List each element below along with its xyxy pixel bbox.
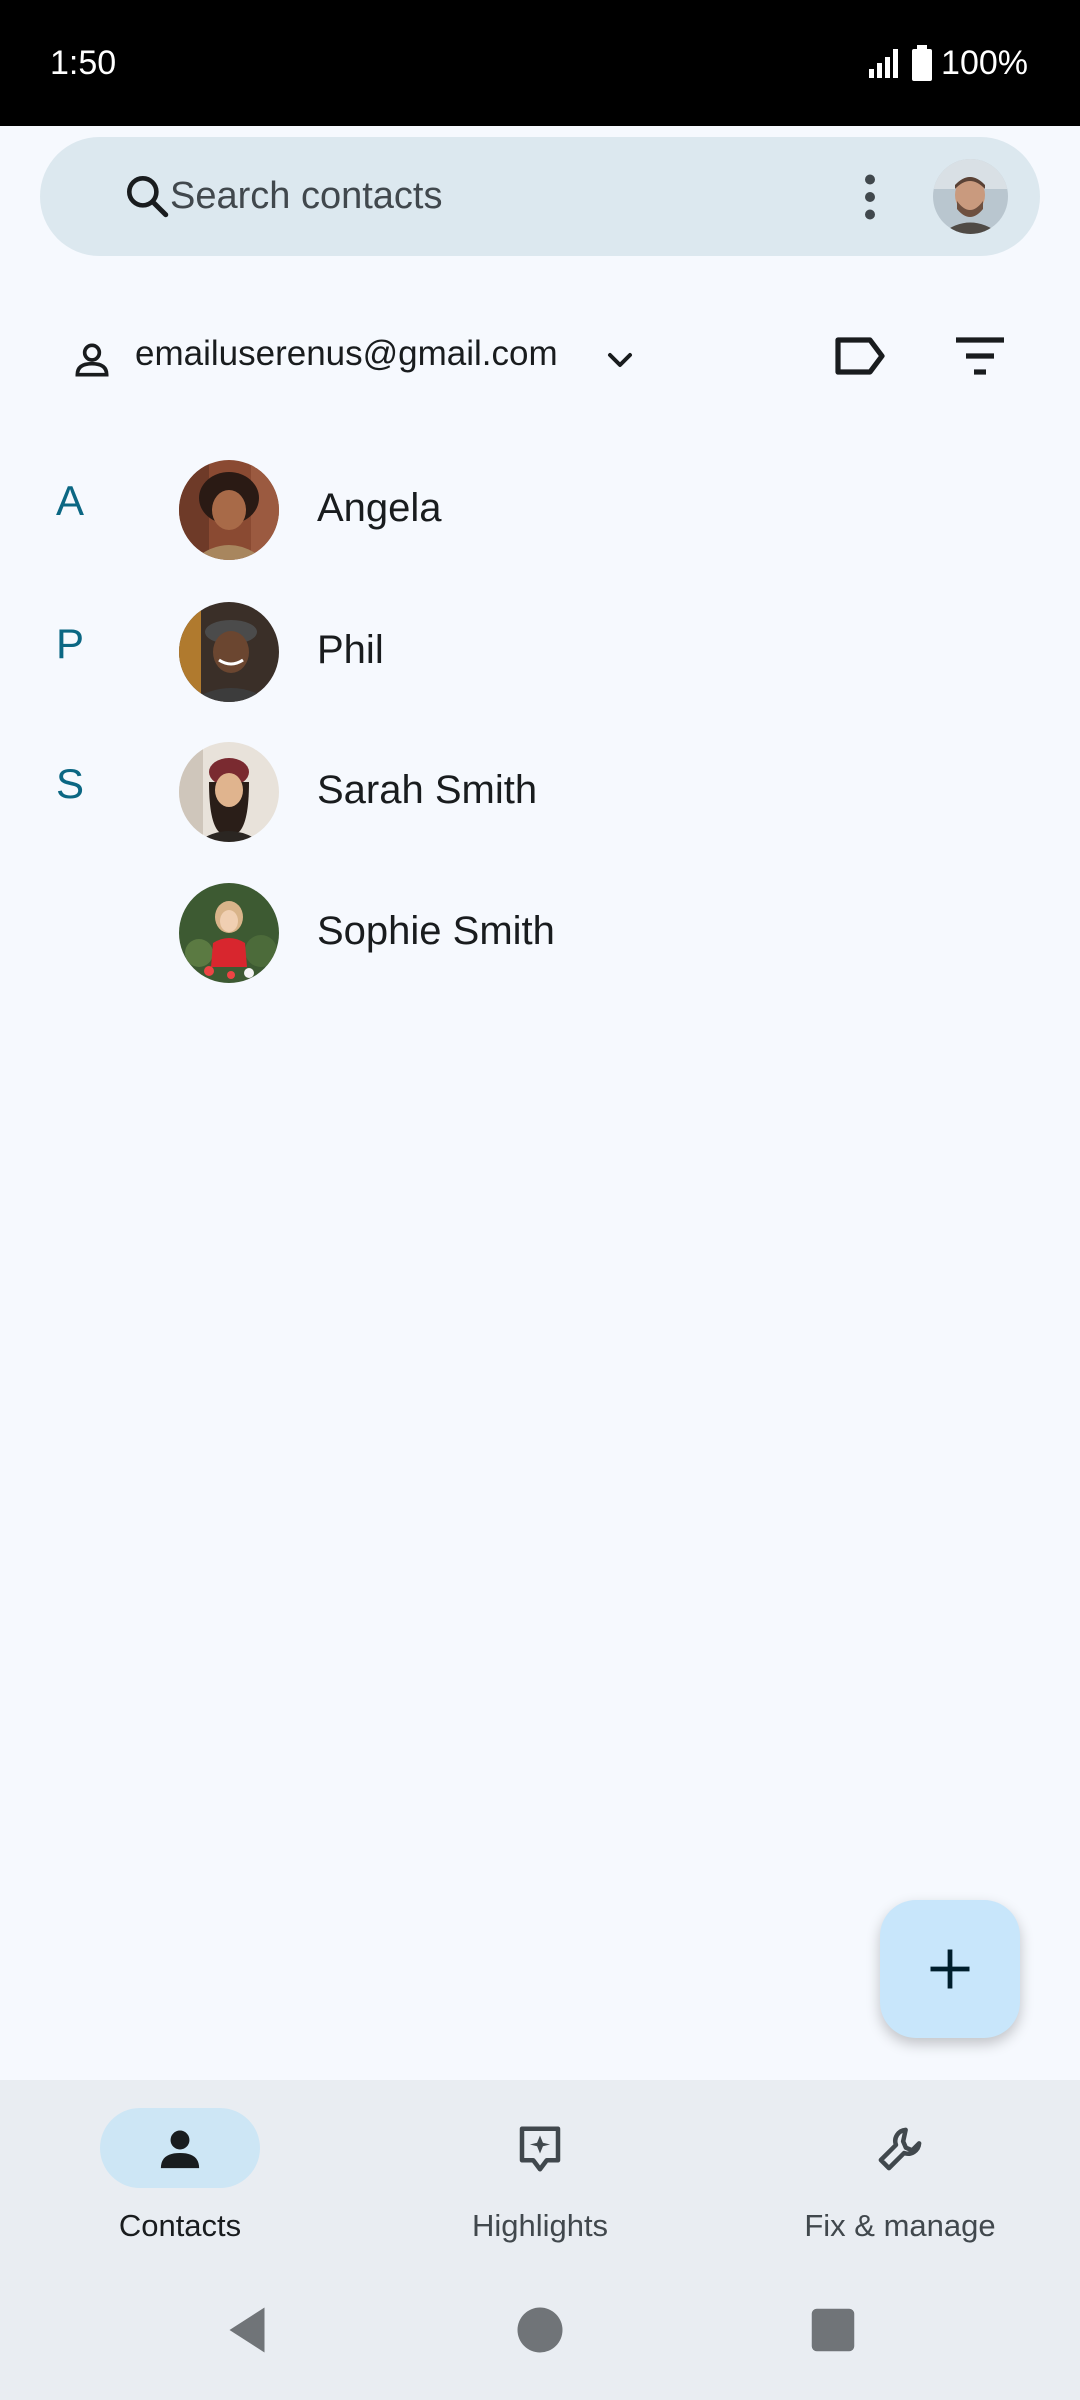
system-nav-bar xyxy=(0,2270,1080,2400)
contact-avatar-phil xyxy=(179,602,279,702)
highlights-sparkle-icon xyxy=(519,2126,561,2172)
account-avatar[interactable] xyxy=(933,159,1008,234)
contact-avatar-sophie-smith xyxy=(179,883,279,983)
account-row: emailuserenus@gmail.com xyxy=(0,320,1080,392)
nav-item-highlights[interactable]: Highlights xyxy=(390,2108,690,2258)
add-contact-button[interactable] xyxy=(880,1900,1020,2038)
contact-avatar-angela xyxy=(179,460,279,560)
contact-row-sarah-smith[interactable]: Sarah Smith xyxy=(0,734,1080,846)
contact-name-phil: Phil xyxy=(317,628,384,672)
contact-name-angela: Angela xyxy=(317,486,442,530)
nav-label-contacts: Contacts xyxy=(118,2208,242,2243)
nav-label-fix-manage: Fix & manage xyxy=(804,2208,996,2243)
contact-row-sophie-smith[interactable]: Sophie Smith xyxy=(0,875,1080,987)
battery-icon xyxy=(912,45,933,81)
status-time: 1:50 xyxy=(50,43,117,82)
contact-avatar-sarah-smith xyxy=(179,742,279,842)
contact-name-sophie-smith: Sophie Smith xyxy=(317,909,555,953)
filter-icon[interactable] xyxy=(950,334,1010,378)
status-indicators: 100% xyxy=(867,44,1028,83)
signal-icon xyxy=(869,49,899,78)
wrench-icon xyxy=(878,2127,922,2171)
nav-item-fix-manage[interactable]: Fix & manage xyxy=(750,2108,1050,2258)
back-icon[interactable] xyxy=(217,2300,277,2360)
contact-name-sarah-smith: Sarah Smith xyxy=(317,768,538,812)
search-bar[interactable] xyxy=(40,137,1040,256)
nav-item-contacts[interactable]: Contacts xyxy=(30,2108,330,2258)
person-icon xyxy=(75,343,109,377)
more-vert-icon[interactable] xyxy=(840,167,900,227)
nav-label-highlights: Highlights xyxy=(471,2208,609,2243)
contact-row-angela[interactable]: Angela xyxy=(0,452,1080,564)
contact-row-phil[interactable]: Phil xyxy=(0,594,1080,706)
label-icon[interactable] xyxy=(832,334,888,378)
status-bar: 1:50 100% xyxy=(0,0,1080,126)
contacts-person-icon xyxy=(160,2130,200,2169)
chevron-down-icon[interactable] xyxy=(600,340,640,380)
bottom-nav: Contacts Highlights Fix & manage xyxy=(0,2080,1080,2400)
add-icon xyxy=(930,1949,970,1989)
search-input[interactable] xyxy=(170,165,820,227)
recents-icon[interactable] xyxy=(803,2300,863,2360)
home-icon[interactable] xyxy=(510,2300,570,2360)
battery-percent: 100% xyxy=(941,43,1028,82)
search-icon[interactable] xyxy=(122,171,172,221)
account-email[interactable]: emailuserenus@gmail.com xyxy=(135,334,558,374)
